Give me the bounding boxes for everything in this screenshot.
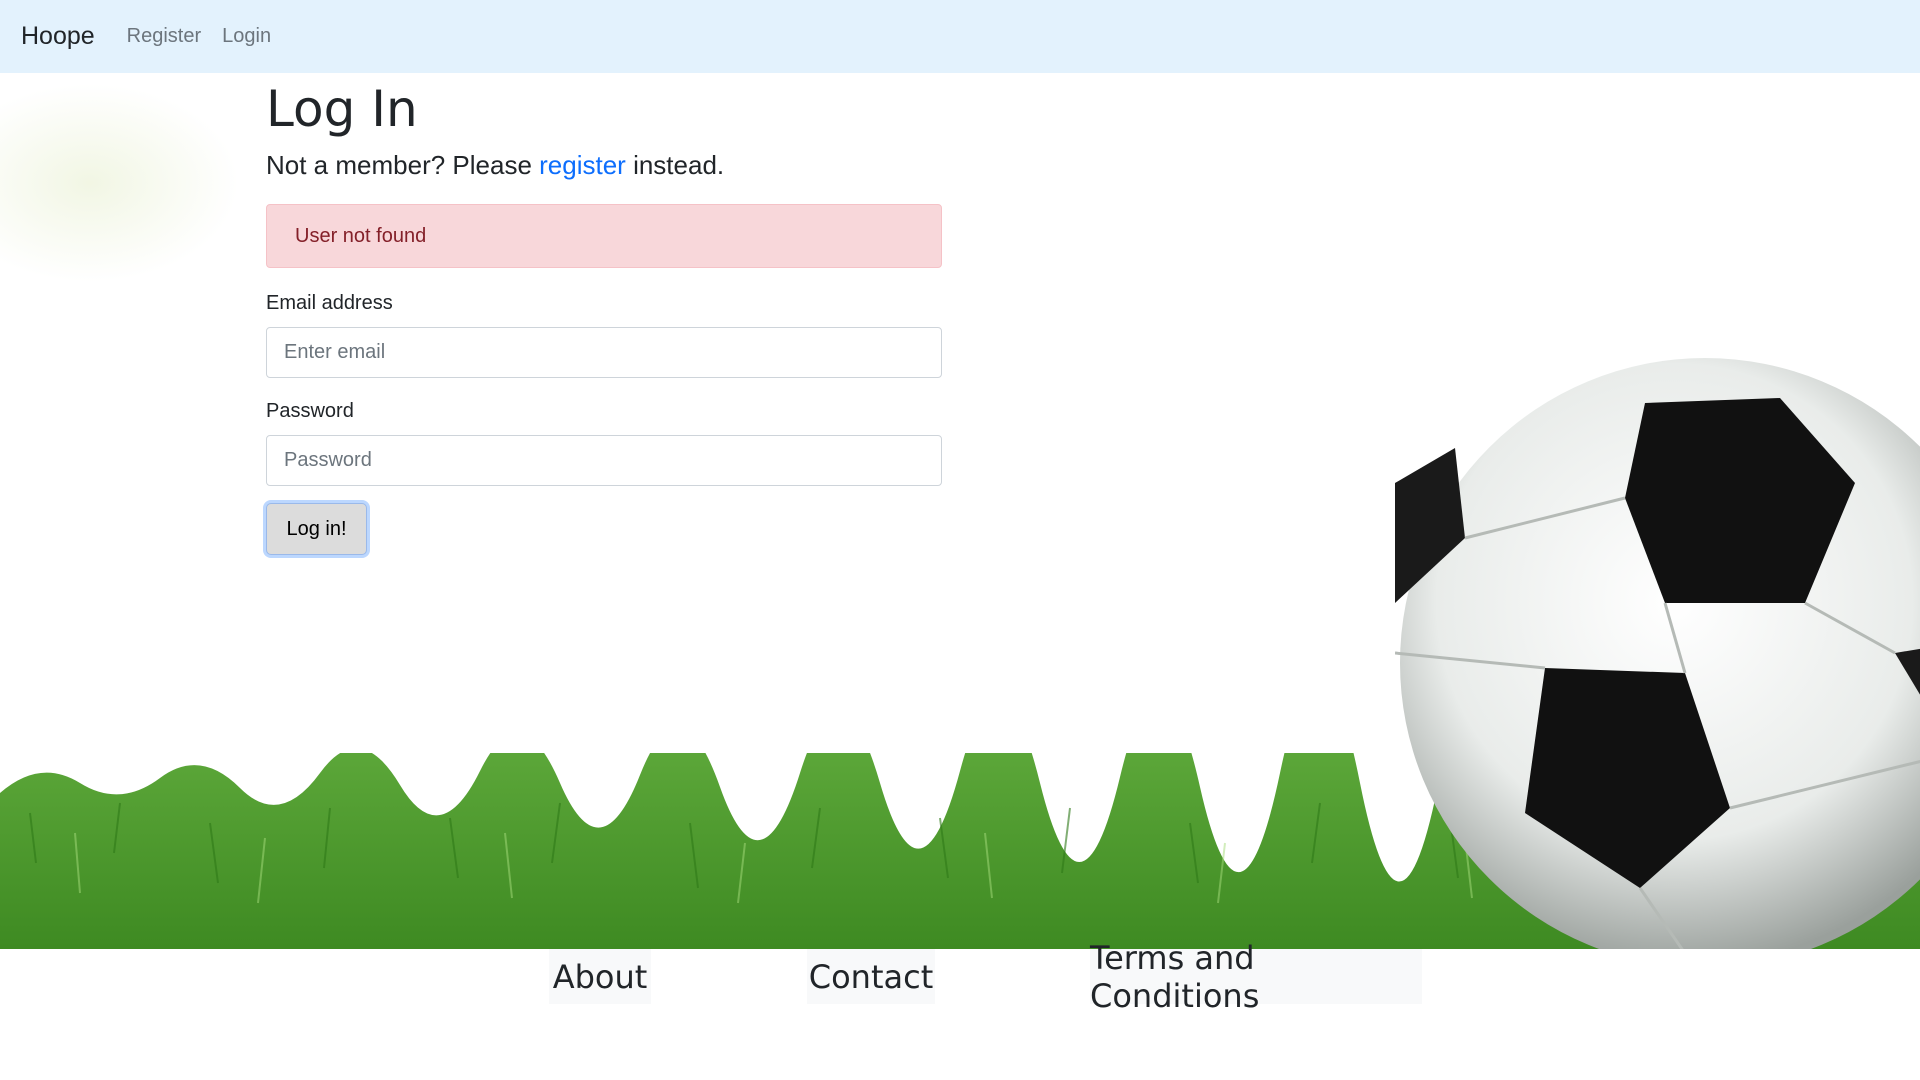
password-label: Password [266, 400, 354, 422]
register-prompt-after: instead. [625, 150, 725, 180]
footer: About Contact Terms and Conditions [0, 939, 1920, 1080]
password-field[interactable] [266, 435, 942, 486]
page-title: Log In [266, 80, 418, 138]
navbar: Hoope Register Login [0, 0, 1920, 73]
error-alert-message: User not found [295, 224, 427, 247]
register-link[interactable]: register [539, 150, 626, 180]
background-haze [0, 83, 240, 283]
register-prompt: Not a member? Please register instead. [266, 147, 942, 187]
login-button[interactable]: Log in! [266, 503, 367, 555]
error-alert: User not found [266, 204, 942, 268]
brand-link[interactable]: Hoope [21, 22, 95, 51]
register-prompt-before: Not a member? Please [266, 150, 540, 180]
login-panel: Log In Not a member? Please register ins… [266, 73, 942, 555]
footer-link-about[interactable]: About [549, 949, 651, 1004]
footer-link-contact[interactable]: Contact [807, 949, 935, 1004]
footer-link-terms[interactable]: Terms and Conditions [1090, 939, 1422, 1015]
email-label: Email address [266, 292, 393, 314]
soccer-ball-image [1395, 358, 1920, 949]
email-field[interactable] [266, 327, 942, 378]
nav-link-register[interactable]: Register [127, 25, 201, 48]
nav-link-login[interactable]: Login [222, 25, 271, 48]
